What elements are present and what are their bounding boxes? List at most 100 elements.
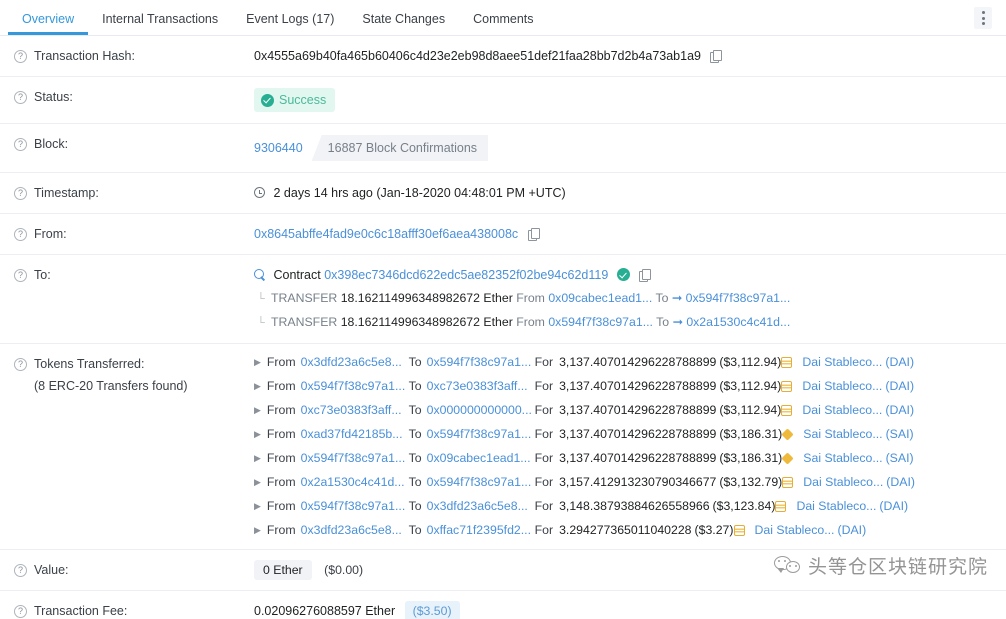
help-icon[interactable]: ? (14, 187, 27, 200)
token-from-address[interactable]: 0x3dfd23a6c5e8... (301, 523, 409, 538)
kebab-menu-icon[interactable] (974, 7, 992, 29)
expand-caret-icon[interactable]: ▶ (254, 427, 261, 442)
value-ether-badge: 0 Ether (254, 560, 312, 580)
token-to-address[interactable]: 0x594f7f38c97a1... (427, 427, 535, 442)
block-number-link[interactable]: 9306440 (254, 139, 303, 157)
token-transfer-row: ▶ From 0x2a1530c4c41d... To 0x594f7f38c97a1.… (254, 475, 1006, 490)
transfer-to-address[interactable]: 0x594f7f38c97a1... (686, 291, 791, 305)
label-transaction-hash: ? Transaction Hash: (14, 47, 254, 65)
value-usd: ($0.00) (324, 563, 364, 577)
token-transfer-row: ▶ From 0x594f7f38c97a1... To 0x3dfd23a6c5e8.… (254, 499, 1006, 514)
token-amount: 3,137.407014296228788899 (559, 451, 717, 465)
label-to: ? To: (14, 266, 254, 332)
transfer-from-address[interactable]: 0x09cabec1ead1... (548, 291, 652, 305)
token-to-address[interactable]: 0x594f7f38c97a1... (427, 475, 535, 490)
tab-event-logs[interactable]: Event Logs (17) (232, 12, 348, 36)
copy-icon[interactable] (527, 228, 540, 241)
token-to-label: To (408, 403, 422, 417)
expand-caret-icon[interactable]: ▶ (254, 523, 261, 538)
tab-overview[interactable]: Overview (8, 12, 88, 36)
token-name-link[interactable]: Dai Stableco... (802, 403, 882, 418)
transfer-amount: 18.162114996348982672 Ether (340, 315, 513, 329)
tab-internal-transactions[interactable]: Internal Transactions (88, 12, 232, 36)
token-from-address[interactable]: 0x3dfd23a6c5e8... (301, 355, 409, 370)
expand-caret-icon[interactable]: ▶ (254, 355, 261, 370)
expand-caret-icon[interactable]: ▶ (254, 475, 261, 490)
internal-transfer-row: └ TRANSFER 18.162114996348982672 Ether F… (254, 313, 1006, 332)
tab-bar: Overview Internal Transactions Event Log… (0, 0, 1006, 36)
to-address-link[interactable]: 0x398ec7346dcd622edc5ae82352f02be94c62d1… (324, 268, 608, 282)
token-symbol: (SAI) (885, 427, 914, 441)
expand-caret-icon[interactable]: ▶ (254, 499, 261, 514)
row-transaction-hash: ? Transaction Hash: 0x4555a69b40fa465b60… (0, 36, 1006, 77)
token-from-address[interactable]: 0x594f7f38c97a1... (301, 379, 409, 394)
token-usd-value: ($3,123.84) (712, 499, 776, 513)
tab-comments[interactable]: Comments (459, 12, 547, 36)
help-icon[interactable]: ? (14, 50, 27, 63)
token-name-link[interactable]: Dai Stableco... (803, 475, 883, 490)
row-value: ? Value: 0 Ether ($0.00) (0, 550, 1006, 591)
label-transaction-fee: ? Transaction Fee: (14, 602, 254, 619)
token-name-link[interactable]: Dai Stableco... (802, 379, 882, 394)
transfer-from-address[interactable]: 0x594f7f38c97a1... (548, 315, 653, 329)
transfer-amount: 18.162114996348982672 Ether (340, 291, 513, 305)
token-transfer-row: ▶ From 0x594f7f38c97a1... To 0xc73e0383f3aff… (254, 379, 1006, 394)
expand-caret-icon[interactable]: ▶ (254, 379, 261, 394)
token-from-address[interactable]: 0xad37fd42185b... (301, 427, 409, 442)
token-to-address[interactable]: 0x09cabec1ead1... (427, 451, 535, 466)
help-icon[interactable]: ? (14, 605, 27, 618)
help-icon[interactable]: ? (14, 228, 27, 241)
row-block: ? Block: 9306440 16887 Block Confirmatio… (0, 124, 1006, 173)
token-symbol: (DAI) (879, 499, 909, 513)
tree-corner-icon: └ (257, 293, 265, 305)
token-to-address[interactable]: 0x000000000000... (427, 403, 535, 418)
from-address-link[interactable]: 0x8645abffe4fad9e0c6c18afff30ef6aea43800… (254, 227, 518, 241)
token-from-address[interactable]: 0x594f7f38c97a1... (301, 499, 409, 514)
token-name-link[interactable]: Dai Stableco... (796, 499, 876, 514)
token-symbol: (DAI) (885, 355, 915, 369)
clock-icon (254, 187, 265, 198)
dai-coin-icon (781, 357, 793, 368)
help-icon[interactable]: ? (14, 358, 27, 371)
token-from-label: From (266, 523, 296, 537)
check-circle-icon (261, 93, 274, 107)
help-icon[interactable]: ? (14, 269, 27, 282)
help-icon[interactable]: ? (14, 138, 27, 151)
token-from-label: From (266, 475, 296, 489)
row-tokens-transferred: ? Tokens Transferred: (8 ERC-20 Transfer… (0, 344, 1006, 550)
transfer-to-address[interactable]: 0x2a1530c4c41d... (686, 315, 790, 329)
transfer-word: TRANSFER (271, 291, 338, 305)
token-symbol: (DAI) (837, 523, 867, 537)
token-name-link[interactable]: Dai Stableco... (755, 523, 835, 538)
token-to-address[interactable]: 0xffac71f2395fd2... (427, 523, 535, 538)
token-amount: 3,137.407014296228788899 (559, 403, 717, 417)
help-icon[interactable]: ? (14, 564, 27, 577)
token-name-link[interactable]: Dai Stableco... (802, 355, 882, 370)
magnifier-icon[interactable] (254, 269, 266, 281)
token-to-address[interactable]: 0xc73e0383f3aff... (427, 379, 535, 394)
token-from-address[interactable]: 0x594f7f38c97a1... (301, 451, 409, 466)
token-for-label: For (534, 427, 554, 441)
copy-icon[interactable] (639, 269, 652, 282)
token-from-address[interactable]: 0xc73e0383f3aff... (301, 403, 409, 418)
expand-caret-icon[interactable]: ▶ (254, 451, 261, 466)
label-timestamp: ? Timestamp: (14, 184, 254, 202)
token-name-link[interactable]: Sai Stableco... (803, 427, 882, 442)
token-to-address[interactable]: 0x594f7f38c97a1... (427, 355, 535, 370)
expand-caret-icon[interactable]: ▶ (254, 403, 261, 418)
token-name-link[interactable]: Sai Stableco... (803, 451, 882, 466)
token-transfer-row: ▶ From 0x3dfd23a6c5e8... To 0xffac71f2395fd2… (254, 523, 1006, 538)
token-to-label: To (408, 523, 422, 537)
token-amount: 3,137.407014296228788899 (559, 379, 717, 393)
value-from: 0x8645abffe4fad9e0c6c18afff30ef6aea43800… (254, 225, 1006, 243)
row-to: ? To: Contract 0x398ec7346dcd622edc5ae82… (0, 255, 1006, 344)
arrow-right-icon: ➞ (672, 315, 683, 329)
tab-state-changes[interactable]: State Changes (348, 12, 459, 36)
help-icon[interactable]: ? (14, 91, 27, 104)
copy-icon[interactable] (710, 50, 723, 63)
token-to-address[interactable]: 0x3dfd23a6c5e8... (427, 499, 535, 514)
token-from-address[interactable]: 0x2a1530c4c41d... (301, 475, 409, 490)
label-from: ? From: (14, 225, 254, 243)
token-amount: 3,137.407014296228788899 (559, 355, 717, 369)
token-usd-value: ($3.27) (694, 523, 734, 537)
